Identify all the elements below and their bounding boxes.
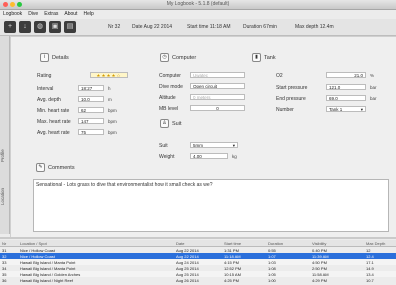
statistics-button[interactable]: ▤ [64, 21, 76, 33]
interval-label: Interval [37, 86, 54, 92]
tank-header: ▮ Tank [252, 53, 276, 62]
computer-title: Computer [172, 54, 197, 61]
cell-visibility: 4:29 PM [312, 277, 327, 283]
cell-start-time: 4:25 PM [224, 277, 239, 283]
dive-list-table: Nr Location / Spot Date Start time Durat… [0, 240, 396, 283]
avg-heart-rate-field[interactable]: 75 [78, 129, 104, 135]
tank-icon: ▮ [252, 53, 261, 62]
avg-depth-unit: m [108, 97, 112, 102]
menu-about[interactable]: About [64, 10, 77, 18]
details-title: Details [52, 54, 69, 61]
o2-label: O2 [276, 73, 283, 79]
mb-level-label: MB level [159, 106, 179, 112]
tank-number-label: Number [276, 107, 294, 113]
end-pressure-field[interactable]: 69.0 [326, 95, 366, 101]
suit-value: 5mm [193, 143, 203, 148]
suit-icon: ♙ [160, 119, 169, 128]
chevron-down-icon: ▾ [360, 107, 363, 112]
image-icon: ▣ [51, 23, 59, 30]
details-header: i Details [40, 53, 69, 62]
tank-title: Tank [264, 54, 276, 61]
weight-unit: kg [232, 154, 237, 159]
weight-label: Weight [159, 154, 175, 160]
menu-dive[interactable]: Dive [28, 10, 38, 18]
dive-number: Nr 32 [108, 24, 121, 30]
plus-icon: + [7, 23, 13, 30]
o2-unit: % [370, 73, 375, 78]
suit-header: ♙ Suit [160, 119, 181, 128]
title-bar: My Logbook - 5.1.8 (default) [0, 0, 396, 10]
rating-label: Rating [37, 73, 52, 79]
weight-field[interactable]: 4.00 [190, 153, 228, 159]
max-heart-rate-unit: bpm [108, 119, 117, 124]
tab-profile[interactable]: Profile [0, 141, 9, 171]
suit-label: Suit [159, 143, 168, 149]
dive-duration: Duration 67min [243, 24, 277, 30]
max-heart-rate-field[interactable]: 147 [78, 118, 104, 124]
download-icon: ↓ [23, 23, 27, 30]
table-row[interactable]: 36 Hawaii Big Island / Night Reef Aug 26… [0, 277, 396, 283]
splitter[interactable] [0, 237, 396, 239]
avg-heart-rate-label: Avg. heart rate [37, 130, 70, 136]
altitude-field[interactable]: 0 meters [190, 94, 245, 100]
dive-start-time: Start time 11:18 AM [187, 24, 231, 30]
menu-bar: Logbook Dive Extras About Help [0, 10, 396, 18]
computer-field[interactable]: Uwatec [190, 72, 245, 78]
tab-location[interactable]: Location [0, 181, 9, 211]
new-dive-button[interactable]: + [4, 21, 16, 33]
dive-mode-field[interactable]: Open circuit [190, 83, 245, 89]
max-heart-rate-label: Max. heart rate [37, 119, 71, 125]
watch-icon: ◷ [160, 53, 169, 62]
dive-max-depth: Max depth 12.4m [295, 24, 334, 30]
chart-icon: ▤ [66, 23, 74, 30]
cell-date: Aug 26 2014 [176, 277, 199, 283]
info-icon: i [40, 53, 49, 62]
cell-location: Hawaii Big Island / Night Reef [20, 277, 73, 283]
start-pressure-label: Start pressure [276, 85, 308, 91]
computer-header: ◷ Computer [160, 53, 196, 62]
menu-logbook[interactable]: Logbook [3, 10, 22, 18]
window-title: My Logbook - 5.1.8 (default) [166, 1, 230, 7]
end-pressure-unit: bar [370, 96, 377, 101]
comments-title: Comments [48, 164, 75, 171]
interval-unit: h [108, 86, 111, 91]
cell-nr: 36 [2, 277, 7, 283]
tank-number-select[interactable]: Tank 1 ▾ [326, 106, 366, 112]
cell-max-depth: 10.7 [366, 277, 374, 283]
computer-label: Computer [159, 73, 181, 79]
end-pressure-label: End pressure [276, 96, 306, 102]
toolbar: + ↓ ◍ ▣ ▤ Nr 32 Date Aug 22 2014 Start t… [0, 19, 396, 36]
start-pressure-field[interactable]: 121.0 [326, 84, 366, 90]
rating-stars[interactable]: ★★★★☆ [90, 72, 128, 78]
tank-number-value: Tank 1 [329, 107, 343, 112]
avg-heart-rate-unit: bpm [108, 130, 117, 135]
comment-icon: ✎ [36, 163, 45, 172]
dive-mode-label: Dive mode [159, 84, 183, 90]
globe-icon: ◍ [36, 23, 44, 30]
min-heart-rate-label: Min. heart rate [37, 108, 70, 114]
gallery-button[interactable]: ▣ [49, 21, 61, 33]
interval-field[interactable]: 18:27 [78, 85, 104, 91]
suit-select[interactable]: 5mm ▾ [190, 142, 238, 148]
avg-depth-field[interactable]: 10.0 [78, 96, 104, 102]
start-pressure-unit: bar [370, 85, 377, 90]
menu-extras[interactable]: Extras [44, 10, 58, 18]
o2-field[interactable]: 21.0 [326, 72, 366, 78]
chevron-down-icon: ▾ [232, 143, 235, 148]
map-button[interactable]: ◍ [34, 21, 46, 33]
import-button[interactable]: ↓ [19, 21, 31, 33]
comments-textarea[interactable]: Sensational - Lots grass to dive that en… [33, 179, 389, 232]
mb-level-field[interactable]: 0 [190, 105, 245, 111]
cell-duration: 1:00 [268, 277, 276, 283]
side-tabs: Profile Location [0, 36, 10, 234]
dive-date: Date Aug 22 2014 [132, 24, 173, 30]
min-heart-rate-unit: bpm [108, 108, 117, 113]
avg-depth-label: Avg. depth [37, 97, 61, 103]
menu-help[interactable]: Help [83, 10, 93, 18]
comments-header: ✎ Comments [36, 163, 75, 172]
suit-title: Suit [172, 120, 182, 127]
min-heart-rate-field[interactable]: 62 [78, 107, 104, 113]
altitude-label: Altitude [159, 95, 176, 101]
